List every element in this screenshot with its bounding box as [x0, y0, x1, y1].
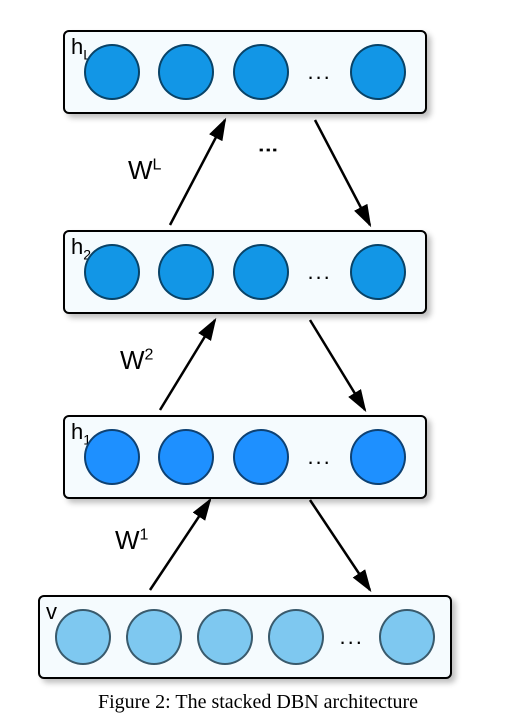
ellipsis-icon: ... — [307, 259, 331, 285]
node — [350, 44, 406, 100]
layer-hL-nodes: ... — [65, 44, 425, 100]
node — [197, 609, 253, 665]
weight-sup: 1 — [140, 526, 149, 543]
node — [158, 429, 214, 485]
layer-v: v ... — [38, 595, 452, 679]
weight-main: W — [115, 525, 140, 555]
weight-main: W — [128, 155, 153, 185]
dbn-diagram: hL ... ⋮ h2 ... h1 — [0, 0, 516, 716]
node — [350, 429, 406, 485]
layer-hL: hL ... — [63, 30, 427, 114]
ellipsis-icon: ... — [307, 59, 331, 85]
layer-v-nodes: ... — [40, 609, 450, 665]
node — [233, 244, 289, 300]
node — [379, 609, 435, 665]
node — [55, 609, 111, 665]
weight-sup: 2 — [145, 346, 154, 363]
layer-h2-nodes: ... — [65, 244, 425, 300]
node — [126, 609, 182, 665]
node — [84, 44, 140, 100]
weight-W1: W1 — [115, 525, 148, 556]
weight-W2: W2 — [120, 345, 153, 376]
weight-main: W — [120, 345, 145, 375]
node — [233, 44, 289, 100]
vertical-ellipsis-icon: ⋮ — [256, 140, 280, 164]
figure-caption: Figure 2: The stacked DBN architecture — [0, 691, 516, 714]
node — [158, 44, 214, 100]
layer-h1-nodes: ... — [65, 429, 425, 485]
ellipsis-icon: ... — [307, 444, 331, 470]
node — [233, 429, 289, 485]
node — [84, 244, 140, 300]
node — [268, 609, 324, 665]
weight-WL: WL — [128, 155, 161, 186]
ellipsis-icon: ... — [339, 624, 363, 650]
node — [350, 244, 406, 300]
layer-h1: h1 ... — [63, 415, 427, 499]
node — [158, 244, 214, 300]
weight-sup: L — [153, 156, 162, 173]
node — [84, 429, 140, 485]
layer-h2: h2 ... — [63, 230, 427, 314]
